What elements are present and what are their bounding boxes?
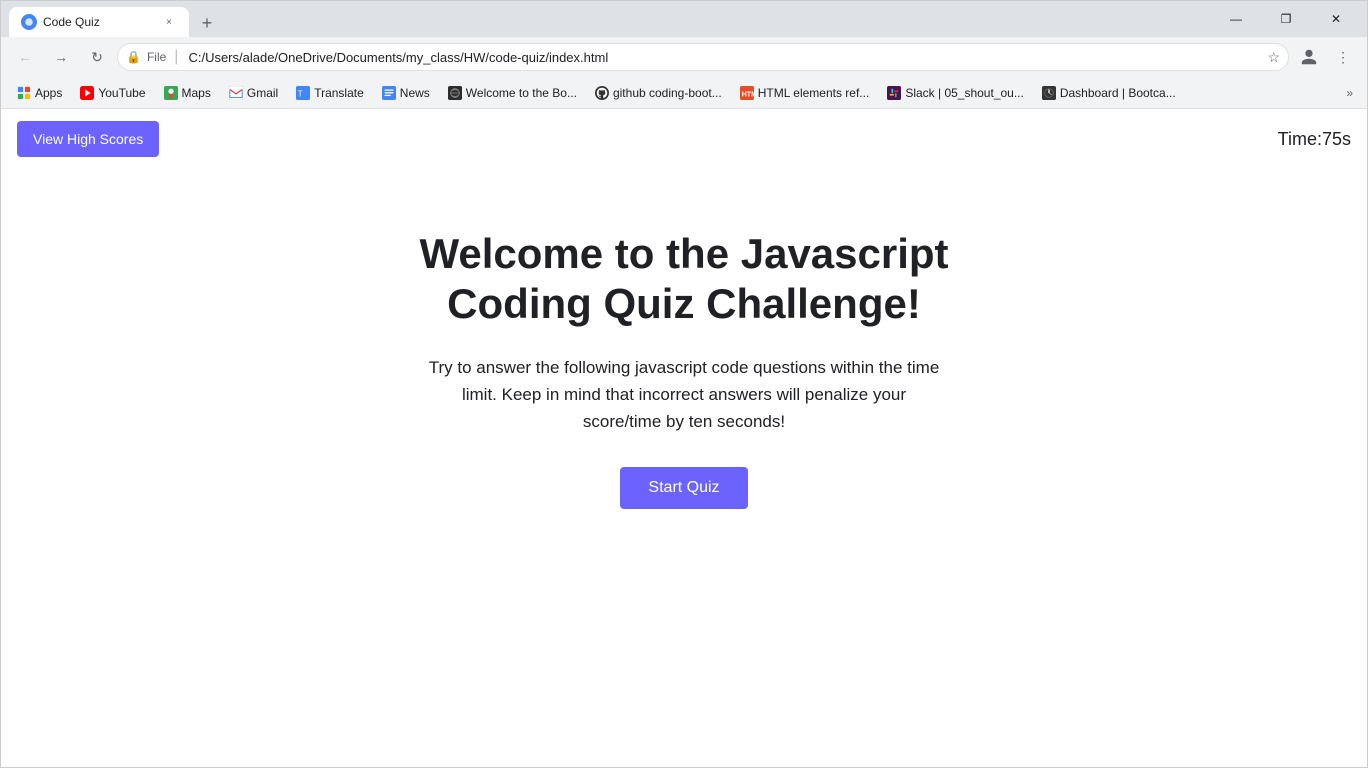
bookmark-gmail-label: Gmail: [247, 86, 278, 100]
html-ref-icon: HTML: [740, 86, 754, 100]
bookmark-news[interactable]: News: [374, 81, 438, 105]
bookmark-translate-label: Translate: [314, 86, 364, 100]
maps-icon: [164, 86, 178, 100]
news-icon: [382, 86, 396, 100]
profile-button[interactable]: [1293, 41, 1325, 73]
bookmark-apps[interactable]: Apps: [9, 81, 70, 105]
minimize-button[interactable]: —: [1213, 1, 1259, 37]
apps-icon: [17, 86, 31, 100]
tab-close-button[interactable]: ×: [161, 14, 177, 30]
svg-text:HTML: HTML: [741, 91, 753, 98]
new-tab-button[interactable]: +: [193, 9, 221, 37]
github-icon: [595, 86, 609, 100]
quiz-description: Try to answer the following javascript c…: [424, 354, 944, 436]
navigation-bar: ← → ↻ 🔒 File | ☆ ⋮: [1, 37, 1367, 77]
quiz-container: Welcome to the Javascript Coding Quiz Ch…: [1, 169, 1367, 569]
window-controls: — ❐ ✕: [1213, 1, 1359, 37]
tab-title: Code Quiz: [43, 15, 155, 29]
bookmark-slack[interactable]: Slack | 05_shout_ou...: [879, 81, 1032, 105]
bookmarks-more-button[interactable]: »: [1340, 81, 1359, 105]
chrome-window: Code Quiz × + — ❐ ✕ ← → ↻ 🔒 File | ☆: [0, 0, 1368, 768]
quiz-title: Welcome to the Javascript Coding Quiz Ch…: [384, 229, 984, 330]
bookmark-dashboard-label: Dashboard | Bootca...: [1060, 86, 1176, 100]
address-right-icons: ☆: [1267, 49, 1280, 66]
bookmarks-bar: Apps YouTube Maps Gmail: [1, 77, 1367, 109]
gmail-icon: [229, 86, 243, 100]
timer-value: 75s: [1322, 129, 1351, 149]
svg-text:T: T: [298, 89, 303, 98]
forward-button[interactable]: →: [45, 41, 77, 73]
bookmark-maps-label: Maps: [182, 86, 211, 100]
menu-button[interactable]: ⋮: [1327, 41, 1359, 73]
dashboard-icon: [1042, 86, 1056, 100]
bookmark-gmail[interactable]: Gmail: [221, 81, 286, 105]
page-header: View High Scores Time:75s: [1, 109, 1367, 169]
translate-icon: T: [296, 86, 310, 100]
bookmark-welcome[interactable]: Welcome to the Bo...: [440, 81, 585, 105]
back-button[interactable]: ←: [9, 41, 41, 73]
active-tab[interactable]: Code Quiz ×: [9, 7, 189, 37]
welcome-icon: [448, 86, 462, 100]
bookmark-html-ref[interactable]: HTML HTML elements ref...: [732, 81, 878, 105]
bookmark-translate[interactable]: T Translate: [288, 81, 372, 105]
close-button[interactable]: ✕: [1313, 1, 1359, 37]
view-high-scores-button[interactable]: View High Scores: [17, 121, 159, 157]
bookmark-apps-label: Apps: [35, 86, 62, 100]
bookmark-maps[interactable]: Maps: [156, 81, 219, 105]
bookmark-news-label: News: [400, 86, 430, 100]
bookmark-github[interactable]: github coding-boot...: [587, 81, 730, 105]
bookmark-youtube[interactable]: YouTube: [72, 81, 153, 105]
bookmark-dashboard[interactable]: Dashboard | Bootca...: [1034, 81, 1184, 105]
youtube-icon: [80, 86, 94, 100]
page-content: View High Scores Time:75s Welcome to the…: [1, 109, 1367, 767]
slack-icon: [887, 86, 901, 100]
secure-icon: 🔒: [126, 50, 141, 64]
address-separator: |: [174, 48, 178, 66]
timer-display: Time:75s: [1278, 129, 1351, 150]
bookmark-html-label: HTML elements ref...: [758, 86, 870, 100]
address-input[interactable]: [188, 50, 1261, 65]
refresh-button[interactable]: ↻: [81, 41, 113, 73]
star-icon[interactable]: ☆: [1267, 49, 1280, 66]
tab-favicon: [21, 14, 37, 30]
nav-right-icons: ⋮: [1293, 41, 1359, 73]
address-bar-container[interactable]: 🔒 File | ☆: [117, 43, 1289, 71]
bookmark-welcome-label: Welcome to the Bo...: [466, 86, 577, 100]
bookmark-slack-label: Slack | 05_shout_ou...: [905, 86, 1024, 100]
bookmark-youtube-label: YouTube: [98, 86, 145, 100]
start-quiz-button[interactable]: Start Quiz: [620, 467, 747, 509]
address-label: File: [147, 50, 166, 64]
title-bar: Code Quiz × + — ❐ ✕: [1, 1, 1367, 37]
bookmark-github-label: github coding-boot...: [613, 86, 722, 100]
tab-bar: Code Quiz × +: [9, 1, 1213, 37]
maximize-button[interactable]: ❐: [1263, 1, 1309, 37]
timer-label: Time:: [1278, 129, 1322, 149]
